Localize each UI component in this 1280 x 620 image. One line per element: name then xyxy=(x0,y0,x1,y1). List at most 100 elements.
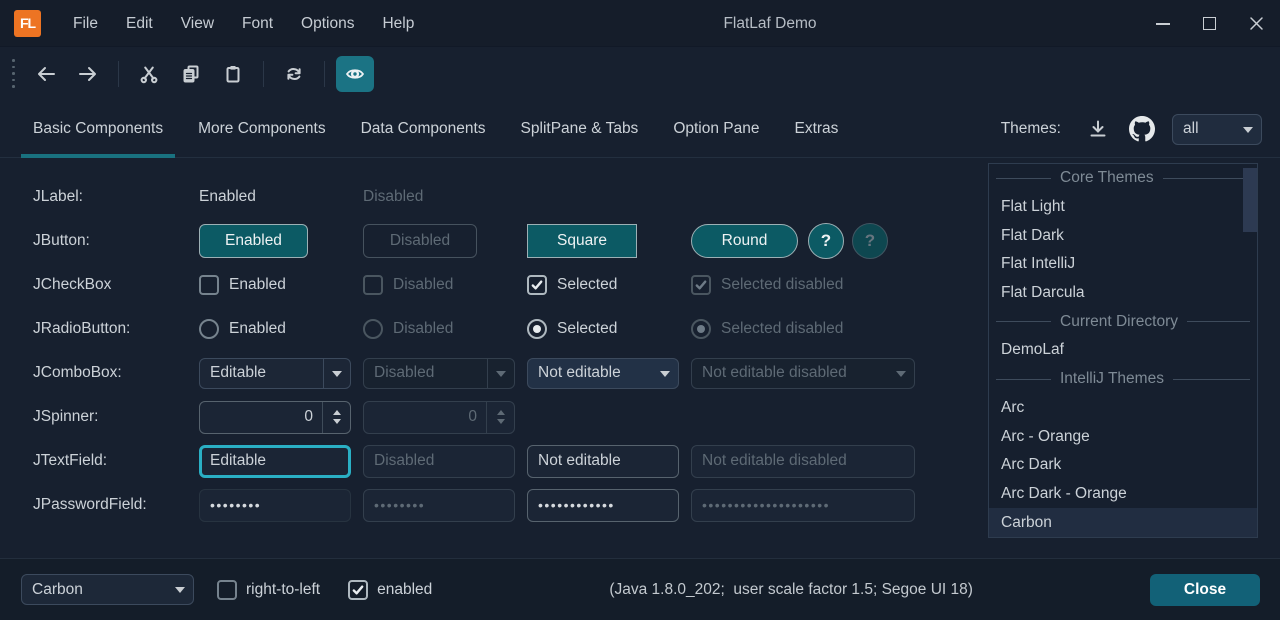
close-button[interactable]: Close xyxy=(1150,574,1260,606)
minimize-button[interactable] xyxy=(1139,0,1186,47)
passwordfield-not-editable[interactable]: •••••••••••• xyxy=(527,489,679,522)
theme-item-arc-orange[interactable]: Arc - Orange xyxy=(989,422,1257,451)
spinner-value[interactable]: 0 xyxy=(200,408,322,426)
menu-file[interactable]: File xyxy=(59,0,112,47)
chevron-down-icon xyxy=(888,365,914,382)
theme-item-flat-intellij[interactable]: Flat IntelliJ xyxy=(989,250,1257,279)
status-text: (Java 1.8.0_202; user scale factor 1.5; … xyxy=(432,581,1150,599)
jbutton-help-button[interactable]: ? xyxy=(808,223,844,259)
combobox-value[interactable]: Editable xyxy=(200,364,323,382)
download-themes-button[interactable] xyxy=(1087,118,1109,140)
checkbox-label: Enabled xyxy=(229,276,286,294)
jbutton-row-label: JButton: xyxy=(33,232,199,250)
checkbox-enabled[interactable] xyxy=(199,275,219,295)
radio-label: Disabled xyxy=(393,320,453,338)
textfield-disabled: Disabled xyxy=(363,445,515,478)
radio-selected[interactable] xyxy=(527,319,547,339)
forward-arrow-icon xyxy=(77,64,99,84)
checkbox-label: Disabled xyxy=(393,276,453,294)
jbutton-enabled-button[interactable]: Enabled xyxy=(199,224,308,258)
passwordfield-not-editable-disabled: •••••••••••••••••••• xyxy=(691,489,915,522)
combobox-value: Disabled xyxy=(364,364,487,382)
theme-item-carbon[interactable]: Carbon xyxy=(989,508,1257,537)
toolbar-separator xyxy=(263,61,264,87)
rtl-checkbox[interactable] xyxy=(217,580,237,600)
theme-item-flat-darcula[interactable]: Flat Darcula xyxy=(989,279,1257,308)
back-button[interactable] xyxy=(27,56,65,92)
paste-clipboard-icon xyxy=(223,64,243,84)
combobox-editable[interactable]: Editable xyxy=(199,358,351,389)
themes-group-current-directory: Current Directory xyxy=(989,307,1257,336)
spinner-up-icon xyxy=(497,406,505,415)
jbutton-round-button[interactable]: Round xyxy=(691,224,798,258)
maximize-icon xyxy=(1203,17,1216,30)
menu-font[interactable]: Font xyxy=(228,0,287,47)
combobox-not-editable[interactable]: Not editable xyxy=(527,358,679,389)
basic-components-panel: JLabel: Enabled Disabled JButton: Enable… xyxy=(33,175,949,527)
tab-option-pane[interactable]: Option Pane xyxy=(661,100,771,157)
toolbar-grip-handle[interactable] xyxy=(12,59,15,88)
themes-filter-combobox[interactable]: all xyxy=(1172,114,1262,145)
show-hidden-toggle-button[interactable] xyxy=(336,56,374,92)
tab-more-components[interactable]: More Components xyxy=(186,100,338,157)
github-button[interactable] xyxy=(1129,116,1155,142)
theme-item-demolaf[interactable]: DemoLaf xyxy=(989,336,1257,365)
toolbar xyxy=(0,47,1280,100)
rtl-checkbox-label: right-to-left xyxy=(246,581,320,599)
copy-button[interactable] xyxy=(172,56,210,92)
chevron-down-icon[interactable] xyxy=(652,365,678,382)
chevron-down-icon xyxy=(488,365,514,382)
jpasswordfield-row-label: JPasswordField: xyxy=(33,496,199,514)
enabled-checkbox[interactable] xyxy=(348,580,368,600)
enabled-checkbox-label: enabled xyxy=(377,581,432,599)
spinner-down-icon[interactable] xyxy=(333,419,341,428)
menu-edit[interactable]: Edit xyxy=(112,0,167,47)
tab-basic-components[interactable]: Basic Components xyxy=(21,100,175,157)
theme-item-arc-dark[interactable]: Arc Dark xyxy=(989,451,1257,480)
theme-item-flat-light[interactable]: Flat Light xyxy=(989,193,1257,222)
toolbar-separator xyxy=(118,61,119,87)
combobox-not-editable-disabled: Not editable disabled xyxy=(691,358,915,389)
theme-selector-combobox[interactable]: Carbon xyxy=(21,574,194,605)
jbutton-square-button[interactable]: Square xyxy=(527,224,637,258)
jspinner-row-label: JSpinner: xyxy=(33,408,199,426)
download-icon xyxy=(1087,118,1109,140)
rtl-checkbox-group[interactable]: right-to-left xyxy=(217,580,320,600)
textfield-editable[interactable]: Editable xyxy=(199,445,351,478)
window-controls xyxy=(1139,0,1280,47)
radio-selected-disabled xyxy=(691,319,711,339)
maximize-button[interactable] xyxy=(1186,0,1233,47)
cut-button[interactable] xyxy=(130,56,168,92)
spinner-down-icon xyxy=(497,419,505,428)
menu-view[interactable]: View xyxy=(167,0,228,47)
jcheckbox-row-label: JCheckBox xyxy=(33,276,199,294)
enabled-checkbox-group[interactable]: enabled xyxy=(348,580,432,600)
tab-extras[interactable]: Extras xyxy=(783,100,851,157)
spinner-enabled[interactable]: 0 xyxy=(199,401,351,434)
spinner-up-icon[interactable] xyxy=(333,406,341,415)
close-window-button[interactable] xyxy=(1233,0,1280,47)
tab-splitpane-tabs[interactable]: SplitPane & Tabs xyxy=(509,100,651,157)
theme-item-flat-dark[interactable]: Flat Dark xyxy=(989,221,1257,250)
scrollbar-thumb[interactable] xyxy=(1243,168,1257,232)
theme-item-arc[interactable]: Arc xyxy=(989,394,1257,423)
checkbox-selected[interactable] xyxy=(527,275,547,295)
refresh-button[interactable] xyxy=(275,56,313,92)
themes-header: Themes: all xyxy=(1001,100,1262,158)
chevron-down-icon[interactable] xyxy=(324,365,350,382)
tab-bar: Basic Components More Components Data Co… xyxy=(0,100,1280,158)
forward-button[interactable] xyxy=(69,56,107,92)
checkbox-label: Selected xyxy=(557,276,617,294)
combobox-disabled: Disabled xyxy=(363,358,515,389)
passwordfield-editable[interactable]: •••••••• xyxy=(199,489,351,522)
combobox-value: Not editable disabled xyxy=(692,364,888,382)
close-icon xyxy=(1249,16,1264,31)
copy-icon xyxy=(181,64,201,84)
combobox-value: Not editable xyxy=(528,364,652,382)
theme-item-arc-dark-orange[interactable]: Arc Dark - Orange xyxy=(989,480,1257,509)
tab-data-components[interactable]: Data Components xyxy=(349,100,498,157)
menu-options[interactable]: Options xyxy=(287,0,368,47)
paste-button[interactable] xyxy=(214,56,252,92)
textfield-not-editable[interactable]: Not editable xyxy=(527,445,679,478)
radio-enabled[interactable] xyxy=(199,319,219,339)
